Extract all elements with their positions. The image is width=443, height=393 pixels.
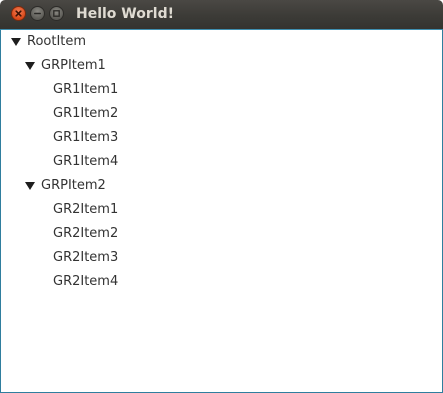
tree-item-label: GR1Item3 — [53, 130, 119, 145]
window-title: Hello World! — [76, 6, 174, 22]
tree-item-label: GR1Item4 — [53, 154, 119, 169]
tree-item-label: GR2Item3 — [53, 250, 119, 265]
maximize-button[interactable] — [49, 6, 64, 21]
tree-group-item[interactable]: GRPItem1 — [23, 54, 223, 78]
triangle-down-icon[interactable] — [9, 30, 23, 54]
tree-item-label: GR2Item2 — [53, 226, 119, 241]
tree-leaf-item[interactable]: GR1Item2 — [53, 102, 253, 126]
tree-leaf-item[interactable]: GR1Item3 — [53, 126, 253, 150]
tree-leaf-item[interactable]: GR1Item1 — [53, 78, 253, 102]
tree-leaf-item[interactable]: GR2Item1 — [53, 198, 253, 222]
triangle-down-icon[interactable] — [23, 174, 37, 198]
tree-root-item[interactable]: RootItem — [9, 30, 209, 54]
tree-item-label: GR1Item2 — [53, 106, 119, 121]
tree-leaf-item[interactable]: GR2Item4 — [53, 270, 253, 294]
tree-item-label: GR1Item1 — [53, 82, 119, 97]
app-window: Hello World! RootItem GRPItem1 GR1Item1 … — [0, 0, 443, 393]
tree-view[interactable]: RootItem GRPItem1 GR1Item1 GR1Item2 GR1I… — [0, 29, 443, 393]
title-bar[interactable]: Hello World! — [0, 0, 443, 29]
tree-item-label: GR2Item4 — [53, 274, 119, 289]
close-button[interactable] — [11, 6, 26, 21]
tree-item-label: GR2Item1 — [53, 202, 119, 217]
tree-item-label: GRPItem2 — [41, 178, 106, 193]
tree-item-label: GRPItem1 — [41, 58, 106, 73]
triangle-down-icon[interactable] — [23, 54, 37, 78]
tree-leaf-item[interactable]: GR2Item3 — [53, 246, 253, 270]
tree-leaf-item[interactable]: GR2Item2 — [53, 222, 253, 246]
tree-leaf-item[interactable]: GR1Item4 — [53, 150, 253, 174]
tree-item-label: RootItem — [27, 34, 87, 49]
minimize-button[interactable] — [30, 6, 45, 21]
tree-group-item[interactable]: GRPItem2 — [23, 174, 223, 198]
